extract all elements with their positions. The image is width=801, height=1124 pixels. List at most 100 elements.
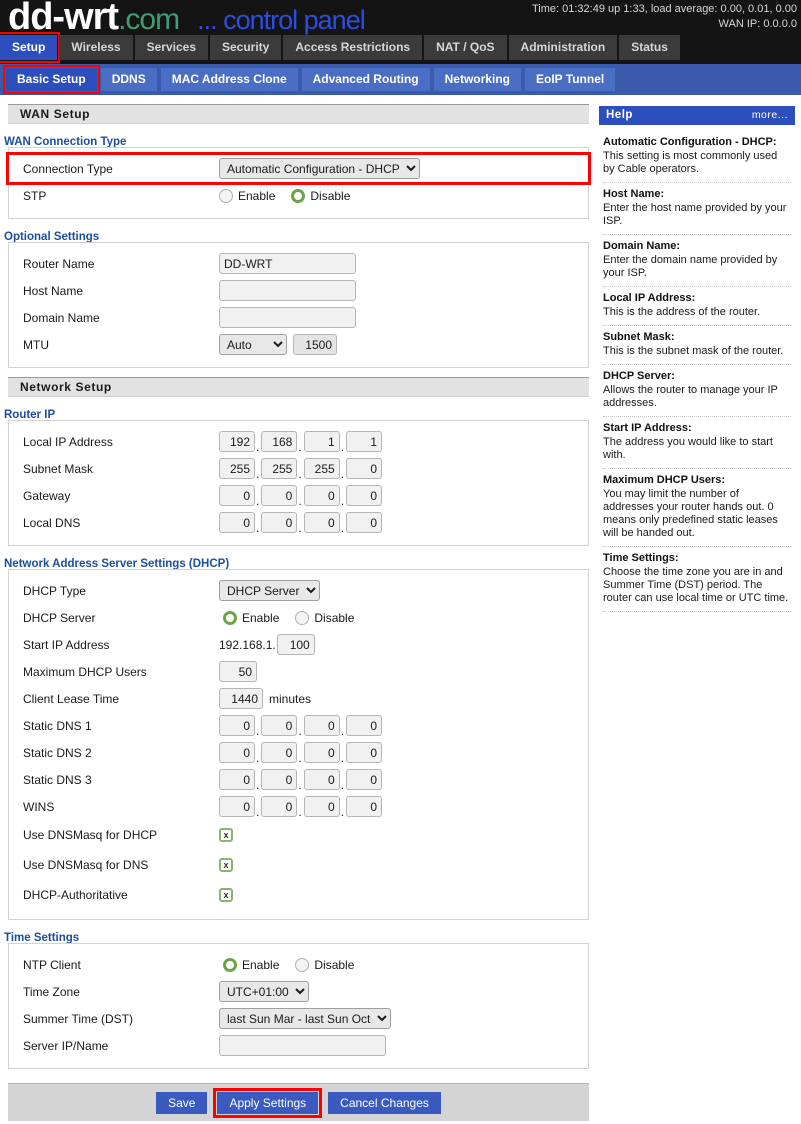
static-dns2-row: Static DNS 2 . . .	[9, 739, 588, 766]
gateway-octet-3[interactable]	[303, 485, 340, 506]
local-ip-octet-2[interactable]	[261, 431, 298, 452]
wins-octet-1[interactable]	[219, 796, 255, 817]
settings-content: WAN Setup WAN Connection Type Connection…	[0, 95, 595, 1121]
max-users-label: Maximum DHCP Users	[23, 664, 147, 679]
main-tab-access-restrictions[interactable]: Access Restrictions	[283, 35, 423, 60]
wan-connection-type-section: WAN Connection Type Connection Type Auto…	[0, 134, 595, 219]
help-item-term: Subnet Mask:	[603, 331, 675, 343]
main-tab-nat-qos[interactable]: NAT / QoS	[424, 35, 507, 60]
local-ip-octet-4[interactable]	[346, 431, 383, 452]
dd-wrt-logo: dd-wrt.com ... control panel	[8, 0, 366, 39]
static-dns3-octet-3[interactable]	[303, 769, 340, 790]
help-item-desc: Choose the time zone you are in and Summ…	[603, 566, 789, 604]
apply-settings-button[interactable]: Apply Settings	[213, 1087, 323, 1118]
server-ip-input[interactable]	[219, 1035, 386, 1056]
mtu-value-input[interactable]	[293, 334, 337, 355]
server-ip-row: Server IP/Name	[9, 1032, 588, 1059]
sub-tab-eoip-tunnel[interactable]: EoIP Tunnel	[524, 68, 616, 91]
sub-tab-basic-setup[interactable]: Basic Setup	[3, 65, 100, 94]
time-zone-select[interactable]: UTC+01:00	[219, 981, 309, 1002]
static-dns1-octet-3[interactable]	[303, 715, 340, 736]
gateway-octet-1[interactable]	[219, 485, 255, 506]
cancel-changes-button[interactable]: Cancel Changes	[328, 1091, 441, 1114]
router-name-row: Router Name	[9, 250, 588, 277]
connection-type-select[interactable]: Automatic Configuration - DHCP	[219, 158, 420, 179]
wins-octet-2[interactable]	[261, 796, 298, 817]
dnsmasq-dns-checkbox[interactable]: x	[219, 858, 233, 872]
static-dns3-octet-2[interactable]	[261, 769, 298, 790]
static-dns1-octet-4[interactable]	[346, 715, 383, 736]
dhcp-server-enable-radio[interactable]	[223, 610, 237, 625]
help-item-term: Automatic Configuration - DHCP:	[603, 136, 777, 148]
save-button[interactable]: Save	[156, 1091, 208, 1114]
dst-select[interactable]: last Sun Mar - last Sun Oct	[219, 1008, 391, 1029]
help-item-desc: Allows the router to manage your IP addr…	[603, 384, 778, 409]
help-item: DHCP Server: Allows the router to manage…	[603, 365, 791, 417]
help-item-desc: The address you would like to start with…	[603, 436, 773, 461]
static-dns1-octet-1[interactable]	[219, 715, 255, 736]
dnsmasq-dhcp-checkbox[interactable]: x	[219, 828, 233, 842]
router-name-input[interactable]	[219, 253, 356, 274]
static-dns3-octet-1[interactable]	[219, 769, 255, 790]
section-header-wan-setup: WAN Setup	[8, 104, 589, 124]
dhcp-authoritative-checkbox[interactable]: x	[219, 888, 233, 902]
help-items-list: Automatic Configuration - DHCP: This set…	[599, 125, 795, 612]
wins-octet-4[interactable]	[346, 796, 383, 817]
main-tab-security[interactable]: Security	[210, 35, 282, 60]
start-ip-label: Start IP Address	[23, 637, 110, 652]
main-tab-status[interactable]: Status	[619, 35, 680, 60]
subnet-octet-4[interactable]	[346, 458, 383, 479]
dhcp-authoritative-row: DHCP-Authoritative x	[9, 880, 588, 910]
main-tab-administration[interactable]: Administration	[508, 35, 618, 60]
sub-tab-ddns[interactable]: DDNS	[100, 68, 157, 91]
help-item-desc: You may limit the number of addresses yo…	[603, 488, 778, 539]
main-tab-setup[interactable]: Setup	[0, 32, 61, 63]
host-name-input[interactable]	[219, 280, 356, 301]
local-dns-octet-2[interactable]	[261, 512, 298, 533]
local-ip-octet-1[interactable]	[219, 431, 255, 452]
local-dns-octet-3[interactable]	[303, 512, 340, 533]
max-users-input[interactable]	[219, 661, 257, 682]
domain-name-input[interactable]	[219, 307, 356, 328]
dhcp-type-select[interactable]: DHCP Server	[219, 580, 320, 601]
ntp-disable-radio[interactable]	[295, 957, 310, 972]
lease-time-input[interactable]	[219, 688, 263, 709]
gateway-octet-2[interactable]	[261, 485, 298, 506]
logo-com-text: .com	[118, 3, 180, 36]
time-settings-section: Time Settings NTP Client Enable Disable …	[0, 930, 595, 1069]
static-dns1-octet-2[interactable]	[261, 715, 298, 736]
main-tab-services[interactable]: Services	[134, 35, 208, 60]
static-dns2-label: Static DNS 2	[23, 745, 92, 760]
static-dns2-octet-4[interactable]	[346, 742, 383, 763]
sub-tab-mac-address-clone[interactable]: MAC Address Clone	[160, 68, 298, 91]
local-dns-octet-4[interactable]	[346, 512, 383, 533]
start-ip-input[interactable]	[276, 634, 315, 655]
subnet-octet-3[interactable]	[303, 458, 340, 479]
static-dns2-octet-1[interactable]	[219, 742, 255, 763]
sub-tab-advanced-routing[interactable]: Advanced Routing	[301, 68, 430, 91]
help-item-term: Start IP Address:	[603, 422, 692, 434]
stp-enable-radio[interactable]	[219, 188, 233, 203]
dhcp-server-disable-radio[interactable]	[295, 610, 310, 625]
mtu-mode-select[interactable]: Auto	[219, 334, 287, 355]
stp-disable-label: Disable	[310, 188, 351, 203]
ntp-enable-radio[interactable]	[223, 957, 237, 972]
wins-row: WINS . . .	[9, 793, 588, 820]
stp-disable-radio[interactable]	[291, 188, 306, 203]
gateway-octet-4[interactable]	[346, 485, 383, 506]
local-dns-octet-1[interactable]	[219, 512, 255, 533]
wins-octet-3[interactable]	[303, 796, 340, 817]
help-item: Maximum DHCP Users: You may limit the nu…	[603, 469, 791, 547]
sub-tab-networking[interactable]: Networking	[433, 68, 521, 91]
subnet-octet-2[interactable]	[261, 458, 298, 479]
static-dns2-octet-3[interactable]	[303, 742, 340, 763]
main-tab-wireless[interactable]: Wireless	[59, 35, 133, 60]
subnet-octet-1[interactable]	[219, 458, 255, 479]
static-dns3-octet-4[interactable]	[346, 769, 383, 790]
dst-row: Summer Time (DST) last Sun Mar - last Su…	[9, 1005, 588, 1032]
static-dns2-octet-2[interactable]	[261, 742, 298, 763]
router-name-label: Router Name	[23, 256, 95, 271]
help-more-link[interactable]: more...	[752, 106, 788, 125]
logo-main-text: dd-wrt	[8, 0, 119, 38]
local-ip-octet-3[interactable]	[303, 431, 340, 452]
